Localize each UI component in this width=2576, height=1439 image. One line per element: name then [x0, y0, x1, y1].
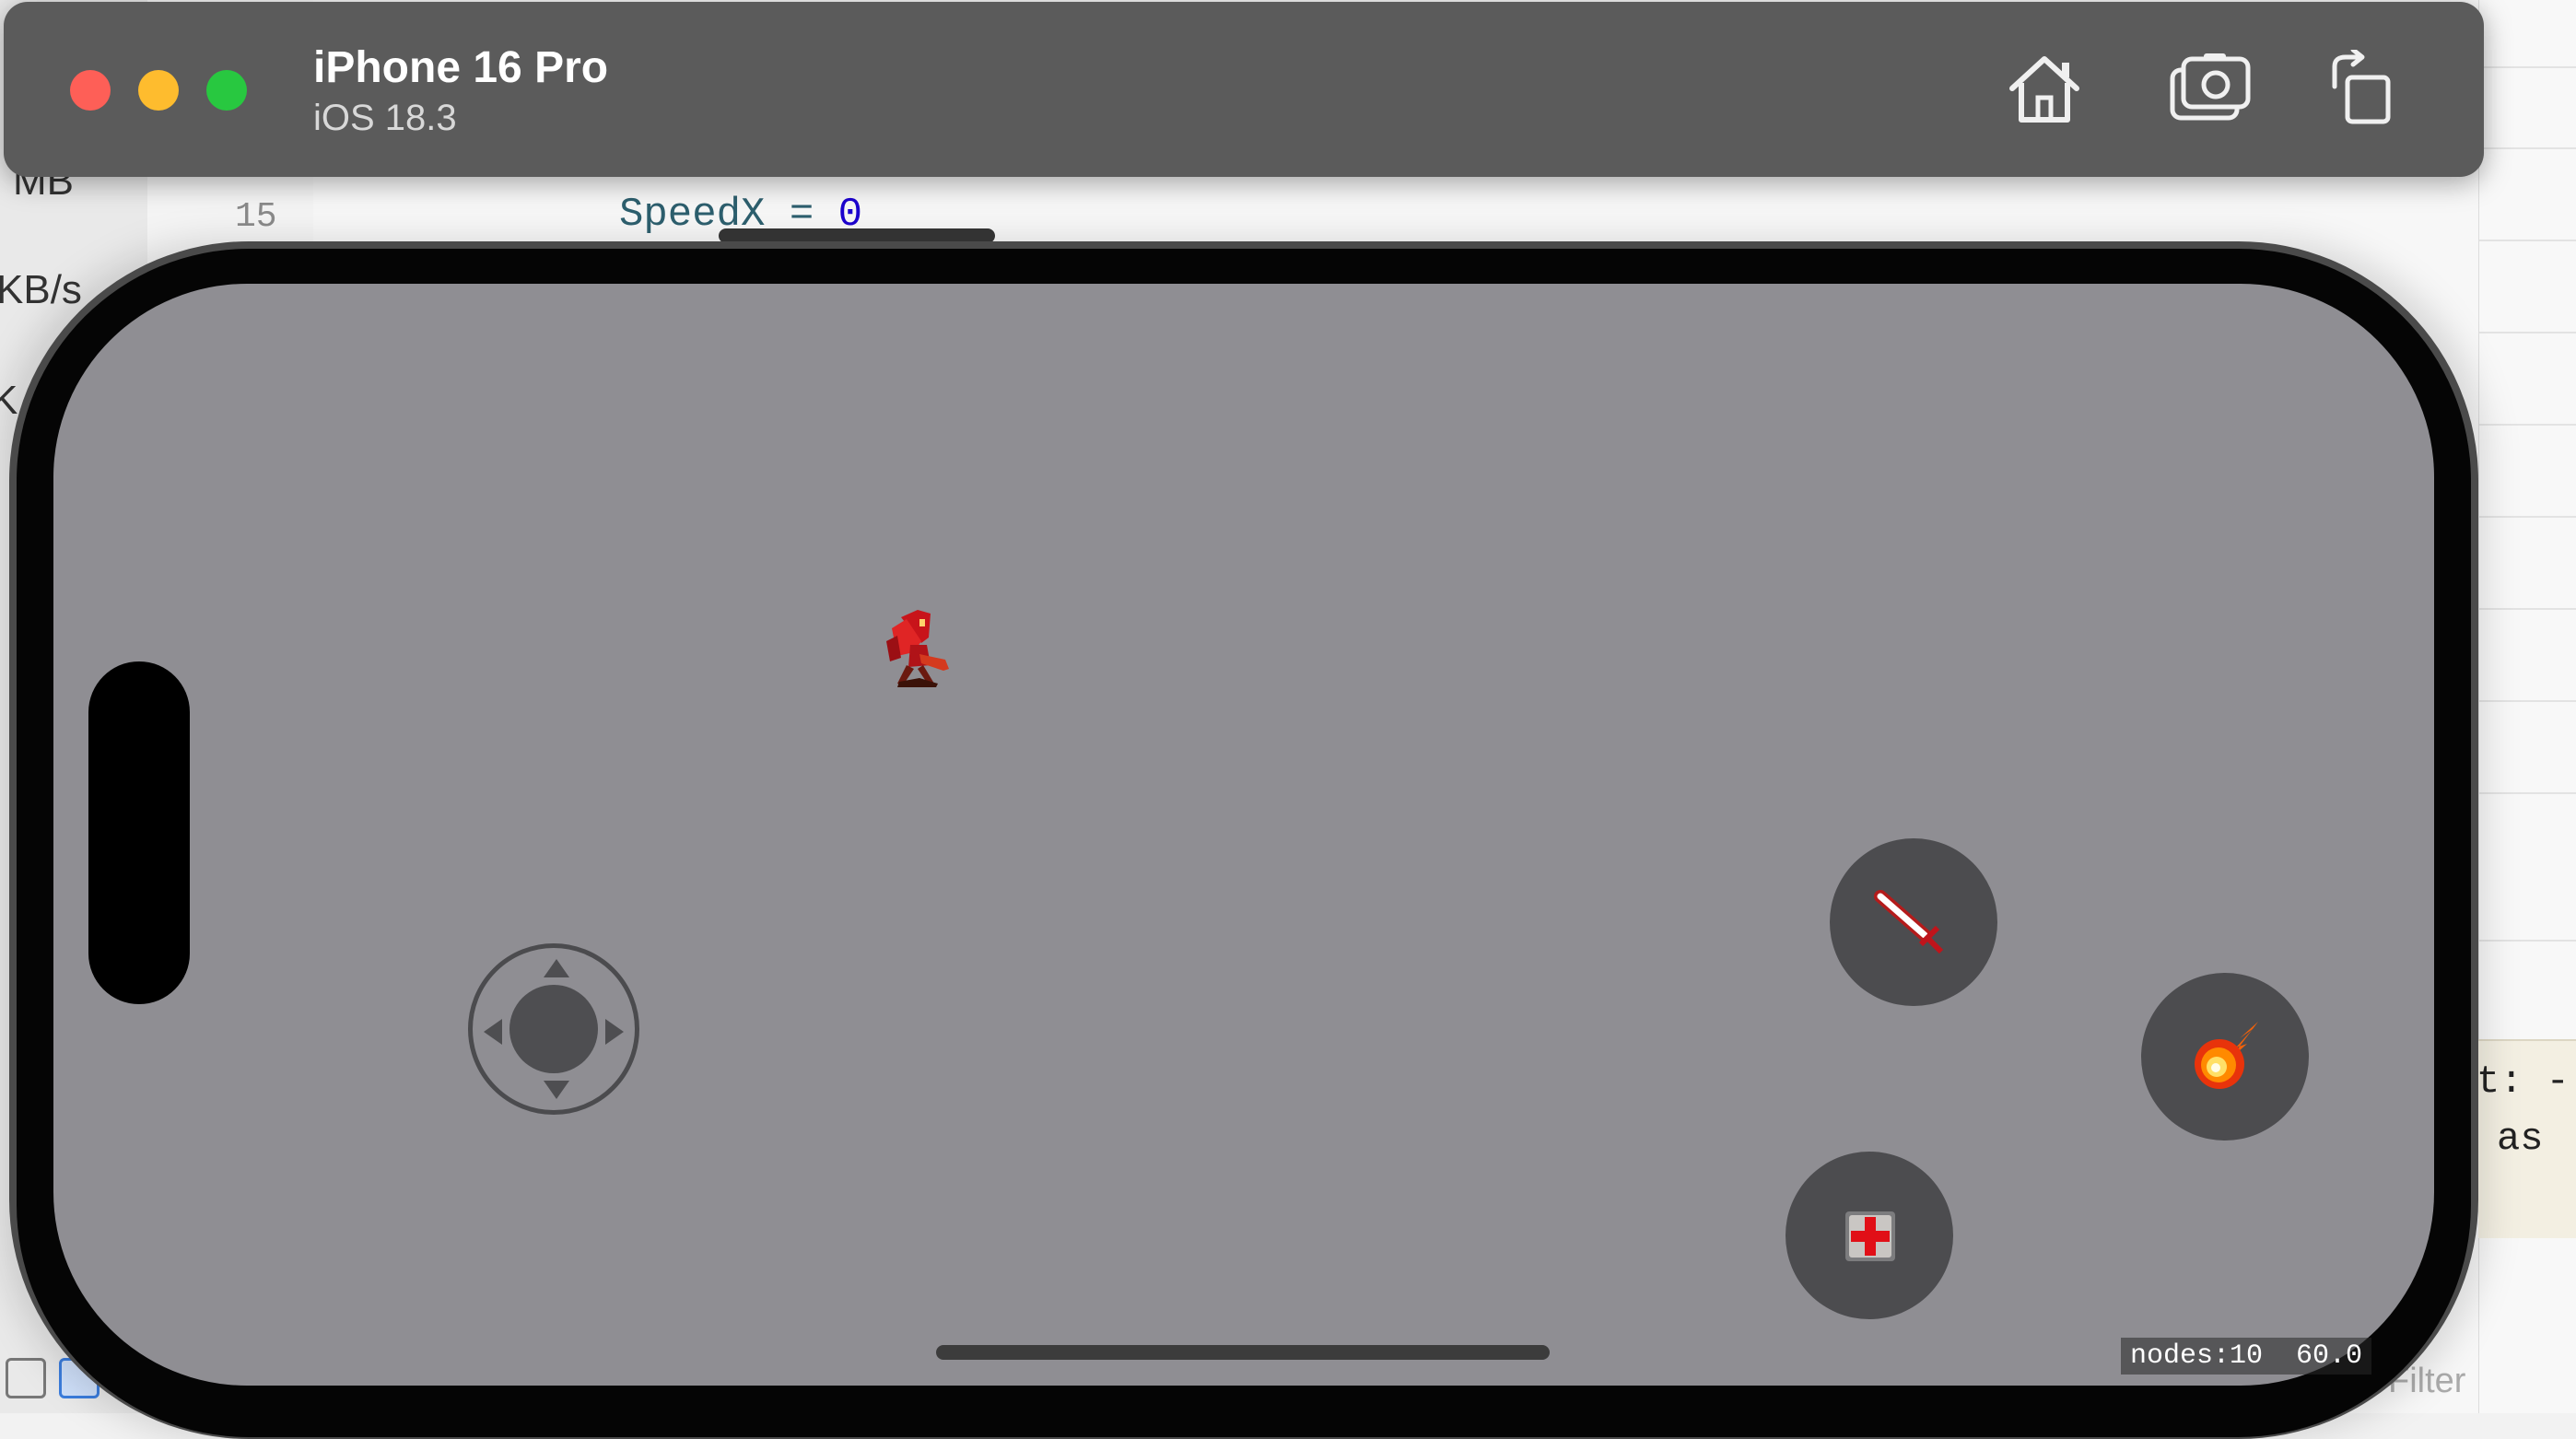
screenshot-icon [2170, 53, 2251, 121]
os-version: iOS 18.3 [313, 98, 457, 138]
joystick[interactable] [468, 943, 639, 1115]
joystick-down-arrow [544, 1081, 569, 1099]
spritekit-stats: nodes:10 60.0 [2121, 1338, 2372, 1375]
sword-attack-button[interactable] [1830, 838, 1997, 1006]
health-pack-icon [1845, 1211, 1895, 1261]
device-name: iPhone 16 Pro [313, 43, 609, 92]
layout-icon[interactable] [6, 1358, 46, 1398]
rotate-icon [2332, 47, 2391, 124]
home-indicator[interactable] [936, 1345, 1550, 1360]
fps-counter: 60.0 [2296, 1340, 2363, 1372]
simulator-titlebar[interactable]: iPhone 16 Pro iOS 18.3 [4, 2, 2484, 177]
joystick-up-arrow [544, 959, 569, 977]
home-button[interactable] [2003, 50, 2086, 127]
dynamic-island [88, 661, 190, 1004]
joystick-left-arrow [484, 1019, 502, 1045]
game-screen[interactable] [53, 284, 2434, 1386]
line-number: 15 [235, 197, 277, 237]
player-character [873, 601, 966, 693]
minimize-window-button[interactable] [138, 70, 179, 111]
node-count: nodes:10 [2130, 1340, 2264, 1372]
zoom-window-button[interactable] [206, 70, 247, 111]
fireball-button[interactable] [2141, 973, 2309, 1141]
rotate-button[interactable] [2322, 47, 2405, 127]
screenshot-button[interactable] [2169, 50, 2252, 127]
sword-icon [1874, 890, 1944, 954]
heal-button[interactable] [1786, 1152, 1953, 1319]
console-line: t: - [2476, 1059, 2570, 1104]
close-window-button[interactable] [70, 70, 111, 111]
fireball-icon [2195, 1022, 2258, 1089]
console-line: as [2497, 1117, 2544, 1161]
home-icon [2009, 56, 2079, 123]
joystick-knob[interactable] [509, 985, 598, 1073]
joystick-right-arrow [605, 1019, 624, 1045]
